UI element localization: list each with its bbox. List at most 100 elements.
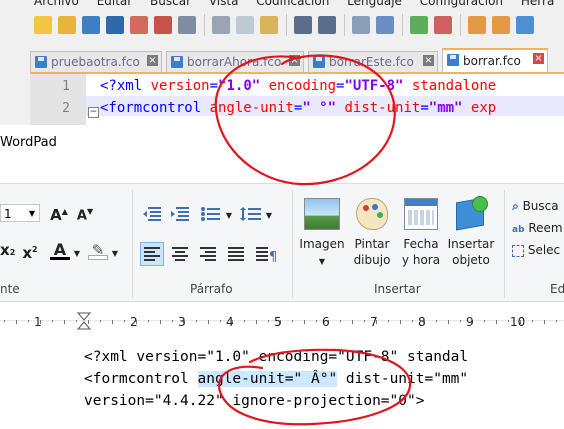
- highlight-color-icon[interactable]: ✎: [88, 242, 108, 264]
- menu-herramientas[interactable]: Herra: [521, 0, 554, 8]
- ruler-tick: [196, 320, 197, 322]
- paste-icon[interactable]: [260, 16, 278, 34]
- tab-borrarahora[interactable]: borrarAhora.fco ×: [166, 51, 304, 72]
- wrap-icon[interactable]: [516, 16, 534, 34]
- ruler-tick: [148, 320, 149, 322]
- toolbar-separator: [460, 14, 461, 36]
- wordpad-window: WordPad 1▼ A▲ A▼ x2 x2 A ▼ ✎ ▼ nte ▼ ▼: [0, 125, 564, 429]
- close-all-icon[interactable]: [154, 16, 172, 34]
- tab-close-icon[interactable]: ×: [147, 55, 158, 66]
- menu-editar[interactable]: Editar: [97, 0, 133, 8]
- find-button[interactable]: ⌕ Busca: [512, 198, 564, 216]
- fold-toggle-icon[interactable]: −: [88, 107, 99, 118]
- paint-drawing-button[interactable]: Pintar dibujo: [348, 196, 396, 278]
- increase-indent-icon[interactable]: [170, 206, 190, 222]
- new-file-icon[interactable]: [34, 16, 52, 34]
- align-center-icon[interactable]: [168, 242, 192, 266]
- menu-configuracion[interactable]: Configuración: [420, 0, 503, 8]
- print-icon[interactable]: [178, 16, 196, 34]
- insert-image-button[interactable]: Imagen ▼: [298, 196, 346, 278]
- menu-buscar[interactable]: Buscar: [150, 0, 191, 8]
- justify-icon[interactable]: [224, 242, 248, 266]
- zoom-out-icon[interactable]: [434, 16, 452, 34]
- dropdown-arrow-icon[interactable]: ▼: [264, 208, 274, 224]
- menu-archivo[interactable]: Archivo: [34, 0, 79, 8]
- paragraph-settings-icon[interactable]: ¶: [254, 242, 280, 266]
- select-all-button[interactable]: Selec: [512, 242, 564, 260]
- sync-vertical-icon[interactable]: [468, 16, 486, 34]
- superscript-icon[interactable]: x2: [20, 242, 40, 261]
- dropdown-arrow-icon: ▼: [318, 257, 326, 266]
- tab-label: borrarEste.fco: [329, 55, 414, 69]
- ribbon: 1 ▼ A▲ A▼ x2 x2 A ▼ ✎ ▼ nte ▼ ▼ ¶ Párraf…: [0, 183, 564, 302]
- font-color-icon[interactable]: A: [50, 242, 70, 264]
- ruler-tick: [352, 320, 353, 324]
- font-size-value: 1: [4, 207, 12, 221]
- line-spacing-icon[interactable]: [240, 206, 262, 222]
- insert-image-label: Imagen: [299, 237, 345, 251]
- redo-icon[interactable]: [318, 16, 336, 34]
- ruler-tick: [28, 320, 29, 322]
- ruler-tick-label: 9: [466, 315, 474, 329]
- ruler-tick: [544, 320, 545, 324]
- find-icon[interactable]: [352, 16, 370, 34]
- document-area[interactable]: <?xml version="1.0" encoding="UTF-8" sta…: [0, 343, 564, 429]
- saved-file-icon: [35, 56, 47, 68]
- ruler-tick: [112, 320, 113, 324]
- sync-horizontal-icon[interactable]: [492, 16, 510, 34]
- tab-borrar-active[interactable]: borrar.fco ×: [442, 48, 548, 72]
- shrink-font-icon[interactable]: A▼: [74, 204, 96, 223]
- tab-borrareste[interactable]: borrarEste.fco ×: [308, 51, 438, 72]
- undo-icon[interactable]: [294, 16, 312, 34]
- ruler-graphic: 1 2 3 4 5 6 7 8 9 10: [0, 312, 564, 330]
- decrease-indent-icon[interactable]: [142, 206, 162, 222]
- tab-close-icon[interactable]: ×: [289, 55, 300, 66]
- open-file-icon[interactable]: [58, 16, 76, 34]
- tab-pruebaotra[interactable]: pruebaotra.fco ×: [30, 51, 162, 72]
- ruler[interactable]: 1 2 3 4 5 6 7 8 9 10: [0, 311, 564, 331]
- ruler-tick: [508, 320, 509, 322]
- subscript-icon[interactable]: x2: [0, 242, 15, 260]
- saved-file-icon: [171, 56, 183, 68]
- save-icon[interactable]: [82, 16, 100, 34]
- save-all-icon[interactable]: [106, 16, 124, 34]
- dropdown-arrow-icon[interactable]: ▼: [72, 246, 82, 262]
- ruler-tick-label: 4: [226, 315, 234, 329]
- insert-object-button[interactable]: Insertar objeto: [446, 196, 496, 278]
- ruler-tick: [364, 320, 365, 322]
- tab-close-icon[interactable]: ×: [423, 55, 434, 66]
- code-line-1: <?xml version="1.0" encoding="UTF-8" sta…: [100, 78, 497, 94]
- paint-label-1: Pintar: [354, 237, 390, 251]
- ruler-tick-label: 2: [130, 315, 138, 329]
- ruler-tick: [256, 320, 257, 324]
- replace-icon[interactable]: [376, 16, 394, 34]
- close-icon[interactable]: [130, 16, 148, 34]
- paint-palette-icon: [356, 198, 388, 230]
- bullet-list-icon[interactable]: [200, 206, 222, 222]
- font-group-label: nte: [0, 282, 20, 296]
- align-right-icon[interactable]: [196, 242, 220, 266]
- copy-icon[interactable]: [236, 16, 254, 34]
- zoom-in-icon[interactable]: [410, 16, 428, 34]
- menu-lenguaje[interactable]: Lenguaje: [347, 0, 402, 8]
- cut-icon[interactable]: [212, 16, 230, 34]
- npp-menu-bar: Archivo Editar Buscar Vista Codificación…: [0, 0, 564, 12]
- saved-file-icon: [313, 56, 325, 68]
- dropdown-arrow-icon[interactable]: ▼: [224, 208, 234, 224]
- ruler-tick: [436, 320, 437, 322]
- menu-codificacion[interactable]: Codificación: [256, 0, 329, 8]
- align-left-icon[interactable]: [140, 242, 164, 266]
- doc-line-3: version="4.4.22" ignore-projection="0">: [84, 393, 425, 409]
- image-icon: [304, 198, 340, 230]
- dropdown-arrow-icon[interactable]: ▼: [110, 246, 120, 262]
- replace-button[interactable]: ab Reem: [512, 220, 564, 238]
- npp-editor[interactable]: 1 2 − <?xml version="1.0" encoding="UTF-…: [30, 74, 564, 125]
- ruler-tick: [316, 320, 317, 322]
- calendar-icon: [404, 198, 438, 230]
- tab-close-icon[interactable]: ×: [533, 53, 544, 64]
- menu-vista[interactable]: Vista: [209, 0, 239, 8]
- date-time-button[interactable]: Fecha y hora: [398, 196, 444, 278]
- font-size-combo[interactable]: 1 ▼: [0, 204, 40, 222]
- grow-font-icon[interactable]: A▲: [48, 204, 70, 223]
- ruler-tick: [16, 320, 17, 324]
